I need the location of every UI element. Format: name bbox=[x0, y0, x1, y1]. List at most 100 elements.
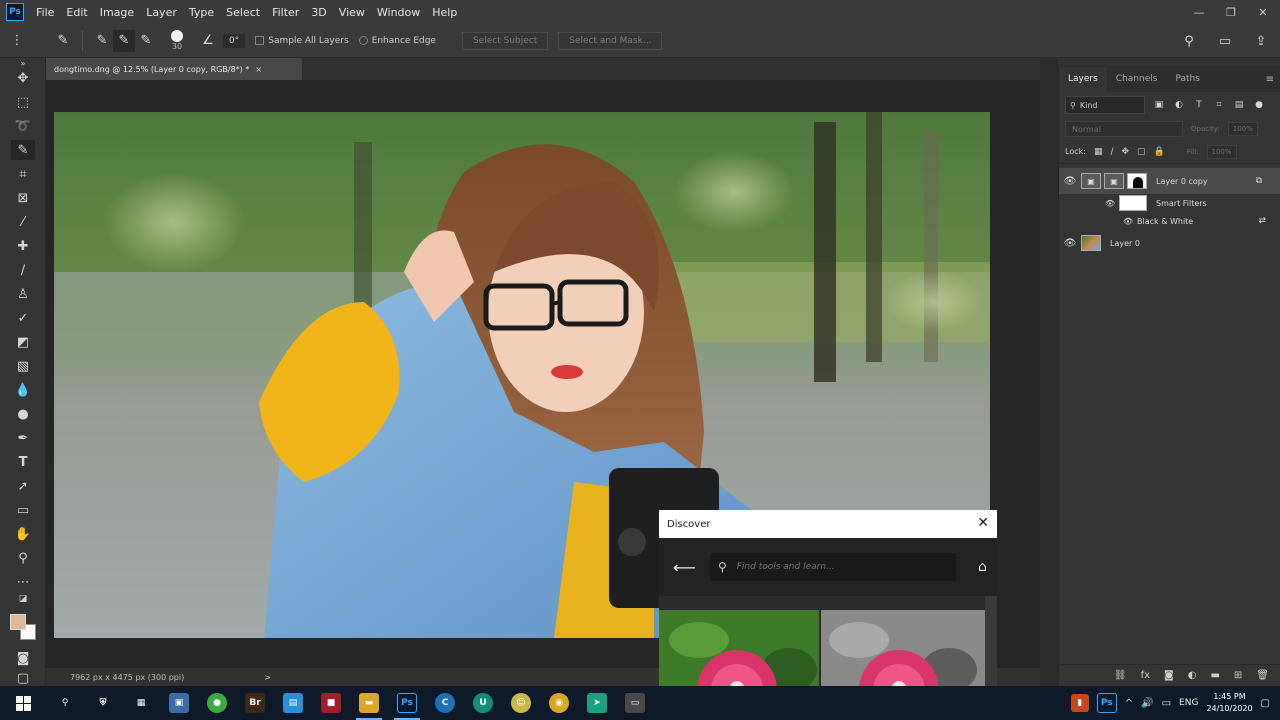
back-arrow-icon[interactable]: ⟵ bbox=[673, 558, 696, 577]
restore-button[interactable]: ❐ bbox=[1222, 6, 1240, 19]
menu-window[interactable]: Window bbox=[371, 6, 426, 19]
add-mask-icon[interactable]: ◙ bbox=[1164, 670, 1174, 681]
filter-options-icon[interactable]: ⇄ bbox=[1258, 216, 1266, 226]
menu-image[interactable]: Image bbox=[94, 6, 140, 19]
healing-brush-tool-icon[interactable]: ✚ bbox=[11, 236, 35, 256]
select-subject-button[interactable]: Select Subject bbox=[461, 31, 549, 50]
menu-file[interactable]: File bbox=[30, 6, 60, 19]
document-close-button[interactable]: × bbox=[255, 65, 262, 74]
clone-stamp-tool-icon[interactable]: ♙ bbox=[11, 284, 35, 304]
clock[interactable]: 1:45 PM 24/10/2020 bbox=[1206, 691, 1252, 715]
blur-tool-icon[interactable]: 💧 bbox=[11, 380, 35, 400]
share-icon[interactable]: ⇪ bbox=[1250, 30, 1272, 52]
tray-photoshop-icon[interactable]: Ps bbox=[1096, 693, 1117, 713]
visibility-eye-icon[interactable]: 👁 bbox=[1059, 238, 1081, 249]
hand-tool-icon[interactable]: ✋ bbox=[11, 524, 35, 544]
layer-row-layer-0[interactable]: 👁 Layer 0 bbox=[1059, 230, 1280, 256]
taskbar-photos-button[interactable]: ▣ bbox=[160, 686, 198, 720]
discover-search-box[interactable]: ⚲ bbox=[709, 553, 956, 581]
lock-position-icon[interactable]: ✥ bbox=[1122, 147, 1130, 157]
history-brush-tool-icon[interactable]: ✓ bbox=[11, 308, 35, 328]
marquee-tool-icon[interactable]: ⬚ bbox=[11, 92, 35, 112]
taskbar-emoji-button[interactable]: ☺ bbox=[502, 686, 540, 720]
taskbar-explorer-button[interactable]: ▬ bbox=[350, 686, 388, 720]
taskbar-bridge-button[interactable]: Br bbox=[236, 686, 274, 720]
taskbar-security-button[interactable]: ⛨ bbox=[84, 686, 122, 720]
dodge-tool-icon[interactable]: ● bbox=[11, 404, 35, 424]
fx-icon[interactable]: fx bbox=[1141, 670, 1150, 681]
lock-image-icon[interactable]: ∕ bbox=[1110, 147, 1113, 157]
quick-mask-icon[interactable]: ◙ bbox=[11, 648, 35, 668]
taskbar-search-button[interactable]: ⚲ bbox=[46, 686, 84, 720]
eraser-tool-icon[interactable]: ◩ bbox=[11, 332, 35, 352]
rectangle-tool-icon[interactable]: ▭ bbox=[11, 500, 35, 520]
taskbar-calendar-button[interactable]: ▤ bbox=[274, 686, 312, 720]
menu-view[interactable]: View bbox=[333, 6, 371, 19]
taskbar-media-button[interactable]: ■ bbox=[312, 686, 350, 720]
taskbar-store-button[interactable]: ▦ bbox=[122, 686, 160, 720]
opacity-field[interactable]: 100% bbox=[1227, 122, 1258, 136]
menu-edit[interactable]: Edit bbox=[60, 6, 93, 19]
add-to-selection-icon[interactable]: ✎ bbox=[113, 29, 135, 52]
move-tool-icon[interactable]: ✥ bbox=[11, 68, 35, 88]
panel-menu-icon[interactable]: ≡ bbox=[1266, 74, 1274, 85]
new-group-icon[interactable]: ▬ bbox=[1210, 670, 1219, 681]
workspace-icon[interactable]: ▭ bbox=[1214, 30, 1236, 52]
home-icon[interactable]: ⌂ bbox=[978, 559, 987, 575]
quick-selection-tool-icon[interactable]: ✎ bbox=[11, 140, 35, 160]
screen-mode-icon[interactable]: ▢ bbox=[11, 668, 35, 688]
volume-icon[interactable]: 🔊 bbox=[1141, 698, 1153, 709]
black-white-filter-row[interactable]: 👁 Black & White ⇄ bbox=[1059, 212, 1280, 230]
close-window-button[interactable]: ✕ bbox=[1254, 6, 1272, 19]
default-colors-icon[interactable]: ◪ bbox=[11, 592, 35, 606]
taskbar-green-app-button[interactable]: ● bbox=[198, 686, 236, 720]
lasso-tool-icon[interactable]: ➰ bbox=[11, 116, 35, 136]
minimize-button[interactable]: — bbox=[1190, 6, 1208, 19]
brush-size-picker[interactable]: 30 bbox=[171, 30, 183, 51]
discover-close-button[interactable]: ✕ bbox=[977, 515, 989, 531]
menu-3d[interactable]: 3D bbox=[305, 6, 332, 19]
color-swatches[interactable] bbox=[8, 612, 40, 642]
tab-paths[interactable]: Paths bbox=[1166, 74, 1208, 92]
tray-app-icon[interactable]: ▮ bbox=[1070, 694, 1089, 712]
fill-field[interactable]: 100% bbox=[1206, 144, 1237, 159]
angle-field[interactable]: 0° bbox=[223, 33, 246, 48]
tab-channels[interactable]: Channels bbox=[1107, 74, 1167, 92]
shape-filter-icon[interactable]: ⌗ bbox=[1213, 99, 1225, 111]
trash-icon[interactable]: 🗑 bbox=[1256, 670, 1269, 681]
filter-kind-select[interactable]: ⚲ Kind bbox=[1065, 96, 1145, 114]
search-icon[interactable]: ⚲ bbox=[1178, 30, 1200, 52]
menu-layer[interactable]: Layer bbox=[140, 6, 183, 19]
notifications-icon[interactable]: ▢ bbox=[1261, 698, 1270, 709]
new-layer-icon[interactable]: ⊞ bbox=[1234, 670, 1242, 681]
lock-artboard-icon[interactable]: ▢ bbox=[1137, 147, 1146, 157]
adjustment-layer-icon[interactable]: ◐ bbox=[1188, 670, 1197, 681]
adjustment-filter-icon[interactable]: ◐ bbox=[1173, 99, 1185, 111]
document-tab[interactable]: dongtimo.dng @ 12.5% (Layer 0 copy, RGB/… bbox=[46, 58, 302, 80]
menu-help[interactable]: Help bbox=[426, 6, 463, 19]
filter-toggle-icon[interactable]: ● bbox=[1253, 99, 1265, 111]
subtract-selection-icon[interactable]: ✎ bbox=[135, 30, 157, 52]
path-selection-tool-icon[interactable]: ➚ bbox=[11, 476, 35, 496]
menu-type[interactable]: Type bbox=[183, 6, 220, 19]
taskbar-camera-button[interactable]: ▭ bbox=[616, 686, 654, 720]
language-indicator[interactable]: ENG bbox=[1179, 698, 1198, 708]
brush-tool-icon[interactable]: ∕ bbox=[11, 260, 35, 280]
frame-tool-icon[interactable]: ⊠ bbox=[11, 188, 35, 208]
pixel-filter-icon[interactable]: ▣ bbox=[1153, 99, 1165, 111]
sample-all-layers-checkbox[interactable]: Sample All Layers bbox=[255, 36, 349, 46]
pen-tool-icon[interactable]: ✒ bbox=[11, 428, 35, 448]
zoom-tool-icon[interactable]: ⚲ bbox=[11, 548, 35, 568]
select-and-mask-button[interactable]: Select and Mask... bbox=[558, 31, 663, 50]
enhance-edge-checkbox[interactable]: Enhance Edge bbox=[358, 36, 436, 46]
layer-mask-thumbnail[interactable] bbox=[1127, 173, 1147, 189]
discover-search-input[interactable] bbox=[736, 562, 937, 572]
taskbar-circle-u-button[interactable]: U bbox=[464, 686, 502, 720]
crop-tool-icon[interactable]: ⌗ bbox=[11, 164, 35, 184]
blend-mode-select[interactable]: Normal bbox=[1065, 121, 1183, 137]
smart-filters-row[interactable]: 👁 Smart Filters bbox=[1059, 194, 1280, 212]
tab-layers[interactable]: Layers bbox=[1059, 67, 1107, 92]
tool-preset-icon[interactable]: ✎ bbox=[52, 30, 74, 52]
taskbar-photoshop-button[interactable]: Ps bbox=[388, 686, 426, 720]
lock-pixels-icon[interactable]: ▦ bbox=[1094, 147, 1103, 157]
